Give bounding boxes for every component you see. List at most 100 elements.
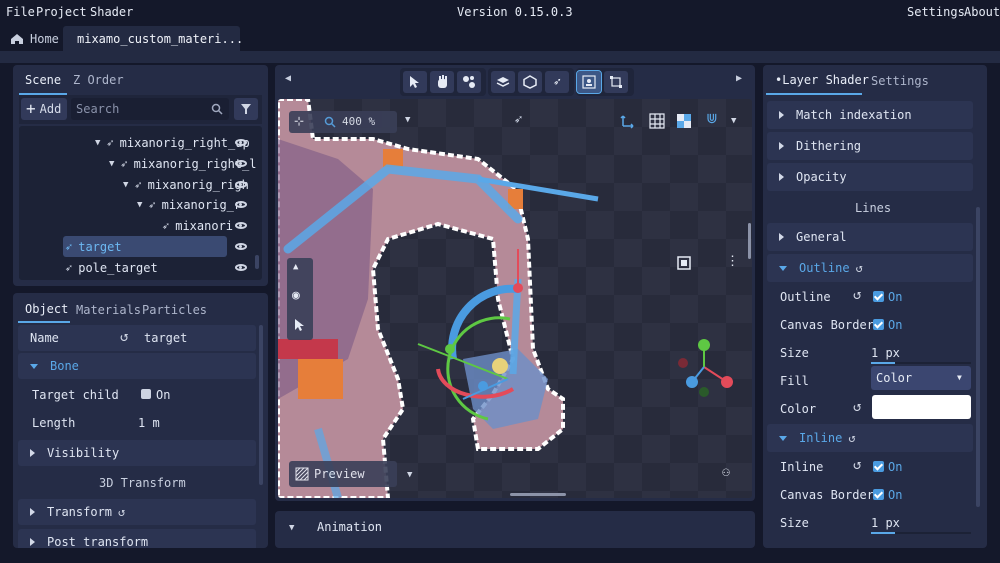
axis-icon[interactable] — [620, 113, 636, 129]
menu-file[interactable]: File — [6, 5, 35, 19]
color-swatch[interactable] — [872, 395, 971, 419]
visibility-section-label: Visibility — [47, 446, 120, 460]
add-button[interactable]: + Add — [21, 98, 67, 120]
chevron-down-icon[interactable]: ▼ — [289, 523, 294, 533]
tab-home[interactable]: Home — [2, 26, 67, 51]
tree-item[interactable]: ▼ ➶ mixanorig_r — [137, 195, 241, 215]
reset-icon[interactable]: ↺ — [853, 399, 861, 415]
eye-icon[interactable] — [235, 160, 247, 167]
bone-tool-button[interactable] — [457, 71, 481, 93]
menu-shader[interactable]: Shader — [90, 5, 133, 19]
tree-item-label: mixanorig_r — [161, 198, 242, 212]
eye-icon[interactable] — [235, 201, 247, 208]
menu-settings[interactable]: Settings — [907, 5, 965, 19]
tab-particles[interactable]: Particles — [142, 303, 207, 317]
filter-button[interactable] — [234, 98, 258, 120]
menu-about[interactable]: About — [964, 5, 1000, 19]
zoom-control[interactable]: ⊹ 400 % — [289, 111, 397, 133]
eye-icon[interactable] — [235, 222, 247, 229]
reset-icon[interactable]: ↺ — [853, 287, 861, 303]
inline-section[interactable]: Inline ↺ — [767, 424, 973, 452]
tab-materials[interactable]: Materials — [76, 303, 141, 317]
bone-section[interactable]: Bone — [18, 353, 256, 379]
crop-tool-button[interactable] — [604, 71, 628, 93]
zoom-fit-icon[interactable]: ⊹ — [294, 114, 304, 128]
menu-project[interactable]: Project — [36, 5, 87, 19]
inline-size-field[interactable]: 1 px — [871, 516, 900, 530]
mesh-tool-button[interactable] — [518, 71, 542, 93]
collapse-right-icon[interactable]: ▶ — [736, 73, 742, 84]
up-arrow-icon[interactable]: ▲ — [293, 262, 298, 272]
reset-icon[interactable]: ↺ — [848, 431, 855, 445]
name-field[interactable]: target — [144, 331, 187, 345]
pan-tool-button[interactable] — [430, 71, 454, 93]
eye-icon[interactable] — [235, 264, 247, 271]
zoom-dropdown-icon[interactable]: ▼ — [405, 115, 410, 125]
opacity-section[interactable]: Opacity — [767, 163, 973, 191]
bone-visibility-icon[interactable]: ➶ — [514, 112, 522, 128]
collapse-left-icon[interactable]: ◀ — [285, 73, 291, 84]
length-field[interactable]: 1 m — [138, 416, 160, 430]
magnet-icon[interactable]: ⋓ — [706, 111, 718, 127]
eye-icon[interactable] — [235, 139, 247, 146]
transform-section[interactable]: Transform ↺ — [18, 499, 256, 525]
tab-settings[interactable]: Settings — [871, 74, 929, 88]
tab-document[interactable]: mixamo_custom_materi... — [63, 26, 243, 51]
fill-select[interactable]: Color ▼ — [871, 366, 971, 390]
tab-scene[interactable]: Scene — [25, 73, 61, 87]
checker-icon[interactable] — [676, 113, 692, 129]
cursor-icon[interactable] — [294, 318, 306, 332]
snap-dropdown-icon[interactable]: ▼ — [731, 116, 736, 126]
tab-object[interactable]: Object — [25, 302, 68, 316]
inline-checkbox[interactable] — [873, 461, 884, 472]
inline-canvas-border-checkbox[interactable] — [873, 489, 884, 500]
tree-item[interactable]: ▼ ➶ mixanorig_right_up — [95, 133, 250, 153]
viewport-canvas[interactable]: ⊹ 400 % ▼ ➶ ⋓ ▼ ▲ ◉ ⋮ Preview ▼ ⚇ — [278, 99, 752, 498]
preview-dropdown-icon[interactable]: ▼ — [407, 470, 412, 480]
visibility-section[interactable]: Visibility — [18, 440, 256, 466]
h-scrollbar[interactable] — [510, 493, 566, 496]
tab-layer-shader[interactable]: •Layer Shader — [775, 73, 869, 87]
tab-zorder[interactable]: Z Order — [73, 73, 124, 87]
layer-scrollbar[interactable] — [976, 207, 980, 507]
general-section[interactable]: General — [767, 223, 973, 251]
home-icon — [11, 33, 23, 44]
rig-tool-button[interactable]: ➶ — [545, 71, 569, 93]
post-transform-section[interactable]: Post transform — [18, 529, 256, 548]
tree-item[interactable]: ▼ ➶ mixanorig_righ — [123, 175, 249, 195]
preview-label: Preview — [314, 467, 365, 481]
inline-size-slider[interactable] — [871, 532, 971, 534]
scene-scrollbar[interactable] — [255, 255, 259, 269]
outline-section[interactable]: Outline ↺ — [767, 254, 973, 282]
tree-item[interactable]: ➶ mixanori — [162, 216, 233, 236]
tree-item[interactable]: ➶ pole_target — [65, 258, 158, 278]
target-child-checkbox[interactable] — [141, 389, 151, 399]
v-scrollbar[interactable] — [748, 223, 751, 259]
select-tool-button[interactable] — [403, 71, 427, 93]
animation-panel[interactable]: ▼ Animation — [275, 511, 755, 548]
reset-icon[interactable]: ↺ — [853, 457, 861, 473]
tree-item-selected[interactable]: ➶ target — [65, 237, 122, 257]
layers-tool-button[interactable] — [491, 71, 515, 93]
reset-icon[interactable]: ↺ — [118, 505, 125, 519]
size-slider[interactable] — [871, 362, 971, 364]
object-scrollbar[interactable] — [259, 325, 263, 485]
eye-icon[interactable]: ◉ — [292, 288, 300, 303]
chevron-down-icon: ▼ — [957, 373, 962, 382]
match-indexation-section[interactable]: Match indexation — [767, 101, 973, 129]
eye-icon[interactable] — [235, 181, 247, 188]
grid-icon[interactable] — [649, 113, 665, 129]
canvas-border-checkbox[interactable] — [873, 319, 884, 330]
frame-tool-button[interactable] — [576, 70, 602, 94]
dithering-section[interactable]: Dithering — [767, 132, 973, 160]
preview-control[interactable]: Preview — [289, 461, 397, 487]
search-input[interactable]: Search — [71, 98, 229, 120]
more-icon[interactable]: ⋮ — [726, 254, 739, 269]
outline-checkbox[interactable] — [873, 291, 884, 302]
frame-icon[interactable] — [677, 256, 691, 270]
character-icon[interactable]: ⚇ — [722, 465, 730, 480]
size-field[interactable]: 1 px — [871, 346, 900, 360]
eye-icon[interactable] — [235, 243, 247, 250]
reset-icon[interactable]: ↺ — [856, 261, 863, 275]
reset-icon[interactable]: ↺ — [120, 329, 128, 345]
